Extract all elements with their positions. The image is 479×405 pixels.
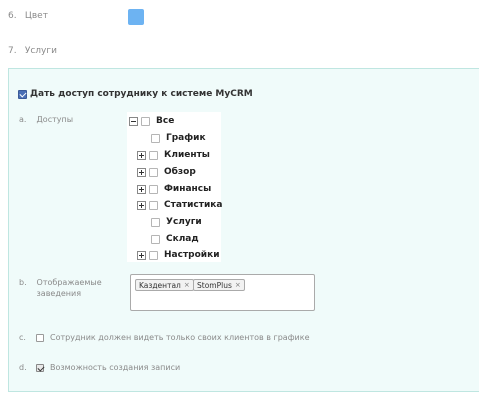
tree-checkbox[interactable] <box>149 150 158 160</box>
collapse-icon[interactable] <box>129 116 138 126</box>
color-field-number: 6. <box>8 11 17 21</box>
tree-item-finance[interactable]: Финансы <box>137 182 211 196</box>
remove-tag-icon[interactable]: × <box>235 281 241 289</box>
expand-icon[interactable] <box>137 150 146 160</box>
expand-icon[interactable] <box>137 250 146 260</box>
tree-checkbox[interactable] <box>151 234 160 244</box>
tree-item-overview[interactable]: Обзор <box>137 165 196 179</box>
color-field-text: Цвет <box>24 11 48 21</box>
tree-item-settings[interactable]: Настройки <box>137 248 220 262</box>
remove-tag-icon[interactable]: × <box>184 281 190 289</box>
expand-icon[interactable] <box>137 184 146 194</box>
grant-access-label: Дать доступ сотруднику к системе MyCRM <box>30 89 253 99</box>
access-rights-text: Доступы <box>36 115 74 124</box>
tree-label: Клиенты <box>164 150 210 160</box>
tree-label: Статистика <box>164 200 223 210</box>
tree-checkbox[interactable] <box>149 184 158 194</box>
services-field-number: 7. <box>8 46 17 56</box>
grant-access-row[interactable]: Дать доступ сотруднику к системе MyCRM <box>18 89 253 99</box>
create-record-number: d. <box>19 363 27 372</box>
tree-label: Склад <box>166 234 199 244</box>
tree-checkbox[interactable] <box>149 167 158 177</box>
own-clients-label: Сотрудник должен видеть только своих кли… <box>50 333 310 342</box>
establishments-multiselect[interactable]: Kaздентал × StomPlus × <box>130 274 315 311</box>
services-field-label: 7. Услуги <box>8 46 57 56</box>
tree-label: Финансы <box>164 184 212 194</box>
color-field-label: 6. Цвет <box>8 11 48 21</box>
establishment-tag: StomPlus × <box>193 279 245 291</box>
color-swatch[interactable] <box>128 9 144 25</box>
own-clients-option[interactable]: c. Сотрудник должен видеть только своих … <box>19 333 310 342</box>
tree-checkbox[interactable] <box>151 133 160 143</box>
tree-label: Обзор <box>164 167 196 177</box>
tag-label: StomPlus <box>197 280 232 290</box>
tree-item-warehouse[interactable]: Склад <box>151 232 199 246</box>
establishments-text-line1: Отображаемые <box>36 278 102 287</box>
tree-checkbox[interactable] <box>149 250 158 260</box>
access-rights-number: a. <box>19 115 27 124</box>
tree-label-all: Все <box>156 116 175 126</box>
create-record-label: Возможность создания записи <box>50 363 181 372</box>
tree-checkbox[interactable] <box>151 217 160 227</box>
establishment-tag: Kaздентал × <box>135 279 194 291</box>
establishments-label: b. Отображаемые заведения <box>19 277 102 299</box>
tree-checkbox[interactable] <box>149 200 158 210</box>
expand-icon[interactable] <box>137 200 146 210</box>
grant-access-checkbox[interactable] <box>18 89 27 99</box>
establishments-text-line2: заведения <box>36 289 82 298</box>
access-tree: Все График Клиенты Обзор Финансы Статист… <box>127 112 222 262</box>
tree-item-clients[interactable]: Клиенты <box>137 148 210 162</box>
own-clients-checkbox[interactable] <box>36 333 44 342</box>
tree-label: График <box>166 133 206 143</box>
tree-item-services[interactable]: Услуги <box>151 215 202 229</box>
services-field-text: Услуги <box>24 46 57 56</box>
establishments-number: b. <box>19 278 27 287</box>
tree-label: Услуги <box>166 217 202 227</box>
tree-checkbox-all[interactable] <box>141 116 150 126</box>
tree-item-schedule[interactable]: График <box>151 131 206 145</box>
access-panel: Дать доступ сотруднику к системе MyCRM a… <box>8 68 479 392</box>
tree-label: Настройки <box>164 250 220 260</box>
create-record-checkbox[interactable] <box>36 363 44 372</box>
tag-label: Kaздентал <box>139 280 181 290</box>
tree-root-all[interactable]: Все <box>129 114 174 128</box>
create-record-option[interactable]: d. Возможность создания записи <box>19 363 180 372</box>
access-rights-label: a. Доступы <box>19 114 73 125</box>
own-clients-number: c. <box>19 333 26 342</box>
tree-item-statistics[interactable]: Статистика <box>137 198 222 212</box>
expand-icon[interactable] <box>137 167 146 177</box>
